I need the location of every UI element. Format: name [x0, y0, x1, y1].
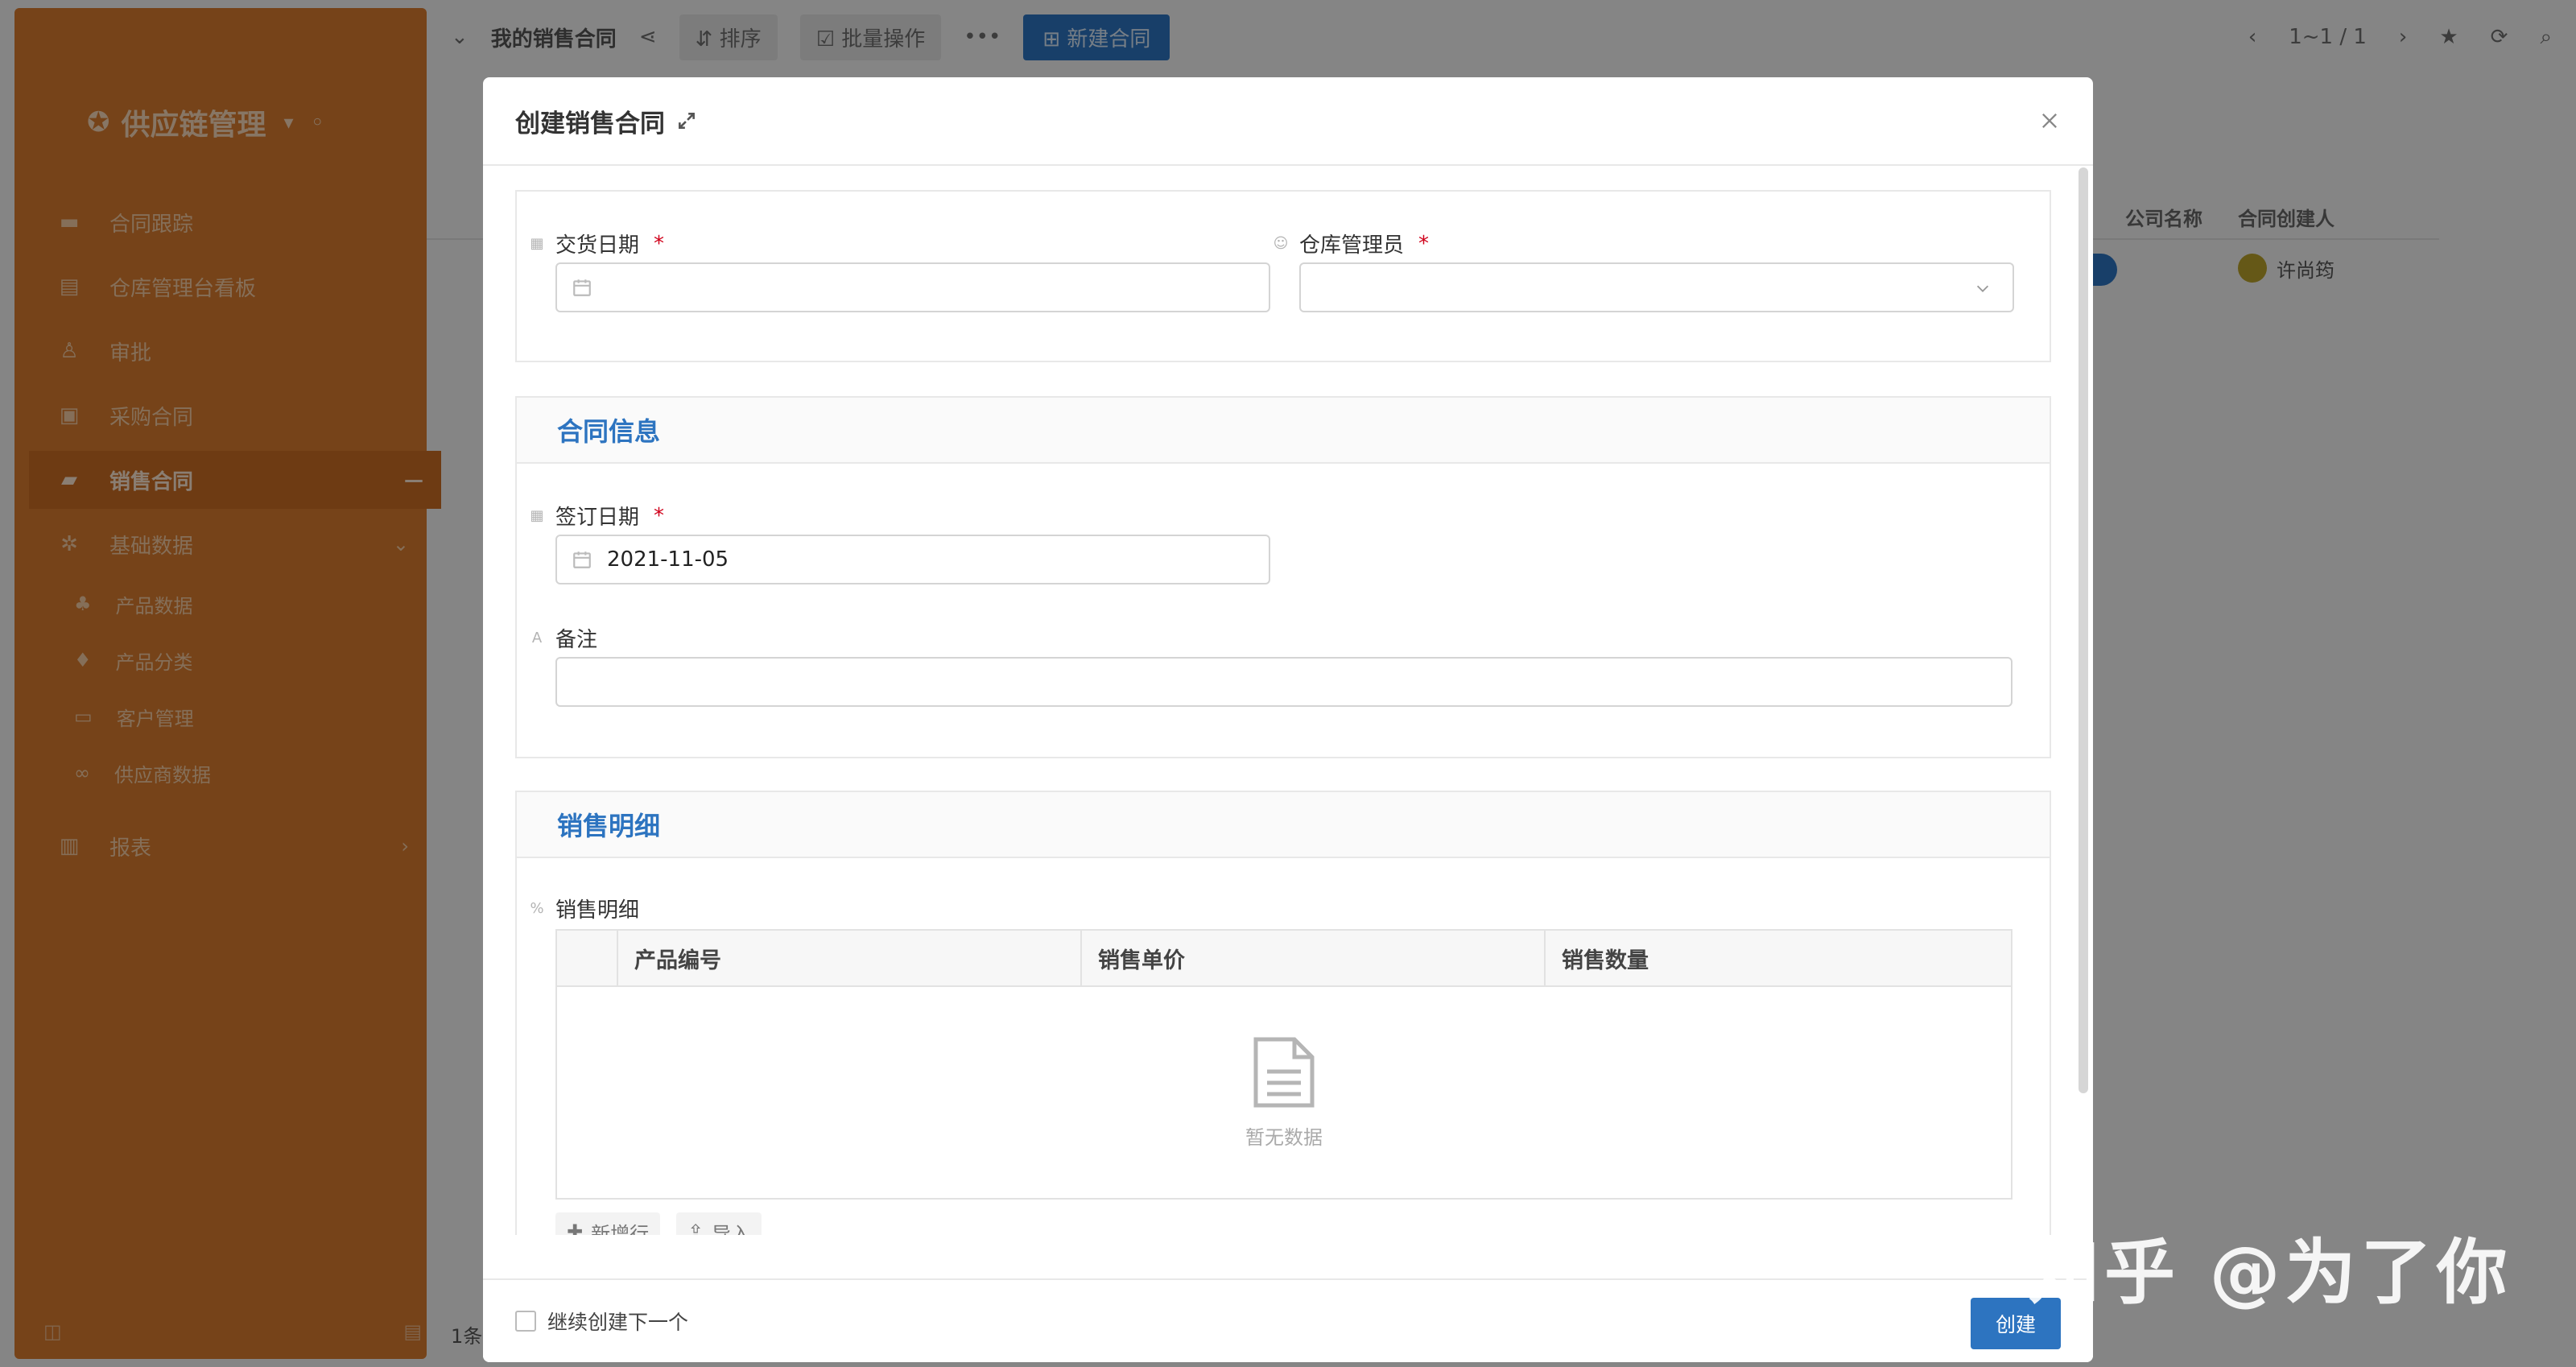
dialog-scrollbar[interactable]	[2079, 167, 2088, 1093]
close-icon[interactable]	[2038, 109, 2061, 132]
dialog-title: 创建销售合同	[515, 109, 665, 138]
sign-date-input[interactable]: 2021-11-05	[555, 535, 1270, 584]
delivery-date-label-text: 交货日期	[555, 233, 640, 258]
link-icon: %	[530, 900, 544, 917]
continue-create-label[interactable]: 继续创建下一个	[547, 1307, 688, 1336]
sales-detail-title: 销售明细	[557, 811, 661, 841]
add-row-label: 新增行	[591, 1222, 650, 1236]
delivery-date-label: ▦ 交货日期 *	[530, 229, 664, 258]
import-label: 导入	[712, 1222, 751, 1236]
grid-header-index	[557, 931, 618, 985]
calendar-icon: ▦	[530, 507, 544, 524]
dialog-body: ▦ 交货日期 * ☺ 仓库管理员 * 合同信息 ▦ 签订日期 * 2021-11…	[483, 167, 2085, 1235]
grid-header-unit-price[interactable]: 销售单价	[1082, 931, 1546, 985]
grid-header-product-code[interactable]: 产品编号	[618, 931, 1082, 985]
calendar-icon	[573, 551, 591, 568]
empty-document-icon	[1253, 1037, 1315, 1107]
calendar-icon	[573, 279, 591, 296]
plus-icon: ✚	[567, 1220, 584, 1235]
sales-detail-field-text: 销售明细	[555, 898, 640, 923]
delivery-date-input[interactable]	[555, 262, 1270, 312]
grid-header: 产品编号 销售单价 销售数量	[557, 931, 2011, 987]
required-mark: *	[1418, 231, 1430, 256]
grid-actions: ✚ 新增行 ⇪ 导入	[555, 1212, 762, 1235]
sign-date-label: ▦ 签订日期 *	[530, 501, 664, 531]
text-icon: A	[531, 630, 543, 646]
basic-section: ▦ 交货日期 * ☺ 仓库管理员 *	[515, 190, 2051, 362]
contract-info-header: 合同信息	[517, 398, 2050, 464]
contract-info-section: 合同信息 ▦ 签订日期 * 2021-11-05 A 备注	[515, 396, 2051, 758]
grid-header-quantity[interactable]: 销售数量	[1546, 931, 2011, 985]
sign-date-value: 2021-11-05	[607, 547, 729, 572]
remark-label-text: 备注	[555, 628, 598, 652]
remark-input[interactable]	[555, 657, 2013, 707]
warehouse-manager-label-text: 仓库管理员	[1299, 233, 1405, 258]
expand-icon[interactable]	[676, 110, 697, 131]
required-mark: *	[654, 503, 665, 528]
add-row-button[interactable]: ✚ 新增行	[555, 1212, 661, 1236]
sales-detail-grid: 产品编号 销售单价 销售数量 暂无数据	[555, 929, 2013, 1200]
sales-detail-header: 销售明细	[517, 792, 2050, 858]
empty-text: 暂无数据	[1245, 1125, 1323, 1149]
chevron-down-icon	[1976, 285, 1989, 292]
calendar-icon: ▦	[530, 235, 544, 252]
warehouse-manager-label: ☺ 仓库管理员 *	[1274, 229, 1429, 258]
watermark: 知乎 @为了你	[2029, 1231, 2512, 1314]
contract-info-title: 合同信息	[557, 416, 661, 447]
warehouse-manager-select[interactable]	[1299, 262, 2014, 312]
sign-date-label-text: 签订日期	[555, 506, 640, 530]
empty-state: 暂无数据	[557, 987, 2011, 1198]
dialog-footer: 继续创建下一个 创建	[483, 1278, 2093, 1362]
continue-create-checkbox[interactable]	[515, 1311, 536, 1332]
sales-detail-field-label: % 销售明细	[530, 894, 639, 923]
user-icon: ☺	[1273, 235, 1289, 252]
import-button[interactable]: ⇪ 导入	[676, 1212, 762, 1235]
dialog-header: 创建销售合同	[483, 77, 2093, 166]
sales-detail-section: 销售明细 % 销售明细 产品编号 销售单价 销售数量 暂无数据 ✚ 新增行 ⇪ …	[515, 791, 2051, 1235]
create-sales-contract-dialog: 创建销售合同 ▦ 交货日期 * ☺ 仓库管理员 * 合同信息 ▦ 签订日期 * …	[483, 77, 2093, 1362]
upload-icon: ⇪	[687, 1220, 704, 1235]
remark-label: A 备注	[530, 623, 597, 653]
required-mark: *	[654, 231, 665, 256]
